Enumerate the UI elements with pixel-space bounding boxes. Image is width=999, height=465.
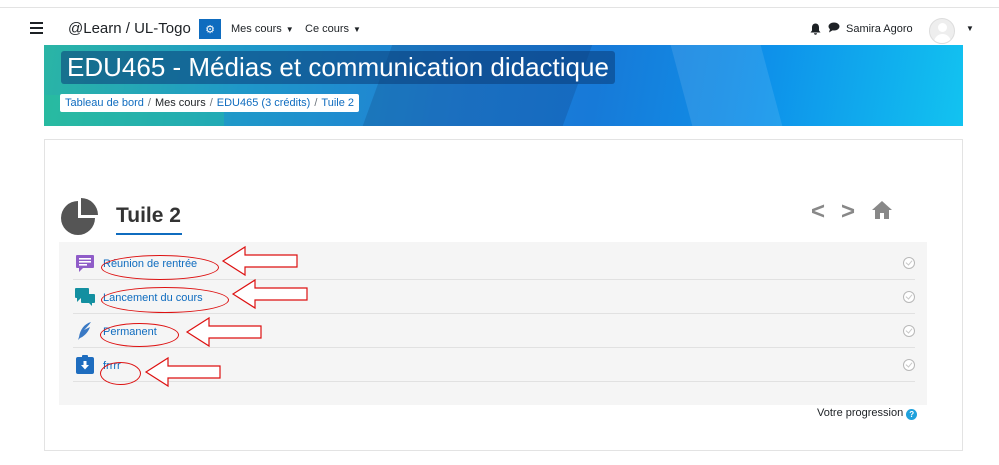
pie-chart-icon — [61, 198, 98, 235]
course-title: EDU465 - Médias et communication didacti… — [61, 51, 615, 84]
progress-text: Votre progression — [817, 407, 904, 419]
assignment-icon — [76, 355, 94, 374]
completion-checkbox[interactable] — [903, 325, 915, 337]
quill-icon — [78, 322, 91, 340]
section-card: Tuile 2 < > Réunion de rentrée Lancement… — [44, 139, 963, 451]
list-item: frrrr — [73, 348, 915, 382]
next-section-chevron-icon[interactable]: > — [841, 198, 855, 226]
activity-list: Réunion de rentrée Lancement du cours Pe… — [59, 242, 927, 405]
breadcrumb-dashboard[interactable]: Tableau de bord — [65, 97, 144, 109]
activity-link[interactable]: frrrr — [103, 360, 121, 372]
menu-mes-cours[interactable]: Mes cours ▼ — [231, 23, 294, 35]
list-item: Lancement du cours — [73, 280, 915, 314]
activity-link[interactable]: Réunion de rentrée — [103, 258, 197, 270]
help-question-icon[interactable]: ? — [906, 409, 918, 420]
activity-link[interactable]: Lancement du cours — [103, 292, 203, 304]
top-border — [0, 0, 999, 8]
breadcrumb-separator: / — [314, 97, 318, 109]
menu-ce-cours-label: Ce cours — [305, 23, 350, 35]
progress-label: Votre progression? — [817, 407, 918, 420]
notification-bell-icon[interactable] — [810, 23, 821, 38]
list-item: Réunion de rentrée — [73, 246, 915, 280]
completion-checkbox[interactable] — [903, 291, 915, 303]
breadcrumb-my-courses[interactable]: Mes cours — [155, 97, 206, 109]
user-name[interactable]: Samira Agoro — [846, 23, 913, 35]
activity-link[interactable]: Permanent — [103, 326, 157, 338]
section-title: Tuile 2 — [116, 204, 181, 227]
menu-ce-cours[interactable]: Ce cours ▼ — [305, 23, 361, 35]
user-menu-caret-icon[interactable]: ▼ — [966, 24, 974, 33]
breadcrumb-separator: / — [147, 97, 151, 109]
section-title-underline — [116, 233, 182, 235]
completion-checkbox[interactable] — [903, 257, 915, 269]
forum-icon — [76, 255, 94, 272]
breadcrumb: Tableau de bord / Mes cours / EDU465 (3 créd… — [60, 94, 359, 112]
site-brand[interactable]: @Learn / UL-Togo — [68, 20, 191, 37]
breadcrumb-course[interactable]: EDU465 (3 crédits) — [217, 97, 311, 109]
breadcrumb-current[interactable]: Tuile 2 — [321, 97, 354, 109]
hamburger-menu-icon[interactable] — [30, 22, 43, 37]
list-item: Permanent — [73, 314, 915, 348]
home-icon[interactable] — [871, 200, 893, 220]
top-navbar: @Learn / UL-Togo ⚙ Mes cours ▼ Ce cours ▼ … — [0, 9, 999, 49]
course-header-banner: EDU465 - Médias et communication didacti… — [44, 45, 963, 126]
completion-checkbox[interactable] — [903, 359, 915, 371]
breadcrumb-separator: / — [209, 97, 213, 109]
caret-down-icon: ▼ — [353, 25, 361, 34]
chat-icon — [75, 288, 95, 306]
caret-down-icon: ▼ — [285, 25, 294, 34]
user-avatar[interactable] — [929, 18, 955, 44]
messages-chat-icon[interactable] — [828, 22, 840, 36]
previous-section-chevron-icon[interactable]: < — [811, 198, 825, 226]
settings-gear-icon[interactable]: ⚙ — [199, 19, 221, 39]
menu-mes-cours-label: Mes cours — [231, 23, 282, 35]
